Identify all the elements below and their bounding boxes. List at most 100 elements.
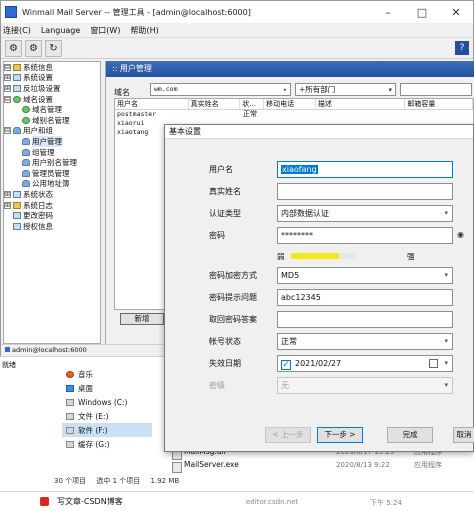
auth-row: 认证类型 内部数据认证 ▾ <box>165 205 474 225</box>
hint-question-label: 密码提示问题 <box>209 293 257 302</box>
expand-icon[interactable]: ⊞ <box>4 74 11 82</box>
checkbox-checked-icon[interactable]: ✓ <box>281 360 291 370</box>
col-description[interactable]: 描述 <box>316 99 406 109</box>
col-username[interactable]: 用户名 <box>115 99 189 109</box>
menu-help[interactable]: 帮助(H) <box>130 25 158 36</box>
nav-item-desktop[interactable]: 桌面 <box>62 381 152 395</box>
tree-item[interactable]: 域名管理 <box>4 104 100 115</box>
folder-icon <box>13 63 21 71</box>
menu-connect[interactable]: 连接(C) <box>3 25 31 36</box>
tree-item[interactable]: 授权信息 <box>4 221 100 232</box>
col-quota[interactable]: 邮箱容量 <box>405 99 473 109</box>
cell-status: 正常 <box>243 110 257 118</box>
tree-item[interactable]: 管理员管理 <box>4 168 100 179</box>
expand-icon[interactable]: ⊞ <box>4 84 11 92</box>
csdn-icon <box>40 497 49 506</box>
tree-item[interactable]: ⊟ 域名设置 <box>4 94 100 105</box>
prev-button[interactable]: < 上一步 <box>265 427 311 443</box>
antispam-icon <box>13 84 21 92</box>
drive-icon <box>66 412 74 420</box>
drive-icon <box>66 426 74 434</box>
tree-item[interactable]: 组管理 <box>4 147 100 158</box>
tree-item[interactable]: 公用地址簿 <box>4 179 100 190</box>
taskbar-item-csdn[interactable]: 写文章-CSDN博客 <box>40 496 123 507</box>
menu-window[interactable]: 窗口(W) <box>90 25 120 36</box>
close-icon[interactable]: ✕ <box>439 1 473 23</box>
collapse-icon[interactable]: ⊟ <box>4 127 11 135</box>
hint-answer-field[interactable] <box>277 311 453 328</box>
security-level-select[interactable]: 无 ▾ <box>277 377 453 394</box>
connect-icon[interactable]: ⚙ <box>5 39 22 57</box>
auth-label: 认证类型 <box>209 209 241 218</box>
new-user-button[interactable]: 新增 <box>120 313 164 325</box>
domain-value: wm.com <box>154 85 178 93</box>
auth-value: 内部数据认证 <box>281 209 329 218</box>
calendar-icon[interactable] <box>429 359 438 368</box>
realname-label: 真实姓名 <box>209 187 241 196</box>
encrypt-select[interactable]: MD5 ▾ <box>277 267 453 284</box>
expand-icon[interactable]: ⊞ <box>4 190 11 198</box>
nav-item-c-drive[interactable]: Windows (C:) <box>62 395 152 409</box>
encrypt-label: 密码加密方式 <box>209 271 257 280</box>
refresh-icon[interactable]: ↻ <box>45 39 62 57</box>
password-field[interactable]: ******** <box>277 227 453 244</box>
eye-icon[interactable]: ◉ <box>457 230 464 239</box>
expiry-date-picker[interactable]: ✓ 2021/02/27 ▾ <box>277 355 453 372</box>
tree-item[interactable]: ⊞ 系统日志 <box>4 200 100 211</box>
next-button[interactable]: 下一步 > <box>317 427 363 443</box>
chevron-down-icon: ▾ <box>444 209 448 217</box>
table-row[interactable]: postmaster 正常 <box>115 110 473 119</box>
menu-language[interactable]: Language <box>41 26 80 35</box>
nav-item-e-drive[interactable]: 文件 (E:) <box>62 409 152 423</box>
nav-item-f-drive[interactable]: 软件 (F:) <box>62 423 152 437</box>
help-icon[interactable]: ? <box>455 41 469 55</box>
minimize-icon[interactable]: – <box>371 1 405 23</box>
expand-icon[interactable]: ⊞ <box>4 201 11 209</box>
disconnect-icon[interactable]: ⚙ <box>25 39 42 57</box>
col-mobile[interactable]: 移动电话 <box>264 99 316 109</box>
maximize-icon[interactable]: □ <box>405 1 439 23</box>
security-level-row: 密级 无 ▾ <box>165 377 474 397</box>
nav-item-g-drive[interactable]: 缓存 (G:) <box>62 437 152 451</box>
domain-select[interactable]: wm.com ▾ <box>150 83 291 96</box>
user-icon <box>22 137 30 145</box>
tree-label: 反垃圾设置 <box>23 83 61 93</box>
users-icon <box>13 127 21 135</box>
collapse-icon[interactable]: ⊟ <box>4 63 11 71</box>
tree-item[interactable]: 用户别名管理 <box>4 157 100 168</box>
security-level-value: 无 <box>281 381 289 390</box>
username-field[interactable]: xiaofang <box>277 161 453 178</box>
license-icon <box>13 222 21 230</box>
col-status[interactable]: 状... <box>240 99 265 109</box>
search-input[interactable] <box>400 83 472 96</box>
nav-item-music[interactable]: 音乐 <box>62 367 152 381</box>
file-row[interactable]: MailServer.exe 2020/8/13 9:22 应用程序 <box>160 458 474 473</box>
tree-item-user-management[interactable]: 用户管理 <box>4 135 100 147</box>
tree-item[interactable]: ⊞ 系统状态 <box>4 189 100 200</box>
drive-icon <box>66 398 74 406</box>
nav-label: 音乐 <box>78 369 93 379</box>
tree-label: 系统设置 <box>23 73 53 83</box>
tree-item[interactable]: ⊟ 系统信息 <box>4 62 100 73</box>
department-select[interactable]: +所有部门 ▾ <box>295 83 396 96</box>
username-label: 用户名 <box>209 165 233 174</box>
cell-realname <box>189 110 241 119</box>
col-realname[interactable]: 真实姓名 <box>189 99 241 109</box>
tree-label: 组管理 <box>32 147 55 157</box>
tree-item[interactable]: ⊞ 反垃圾设置 <box>4 83 100 94</box>
collapse-icon[interactable]: ⊟ <box>4 95 11 103</box>
cancel-button[interactable]: 取消 <box>453 427 474 443</box>
account-status-select[interactable]: 正常 ▾ <box>277 333 453 350</box>
realname-field[interactable] <box>277 183 453 200</box>
list-header: 用户名 真实姓名 状... 移动电话 描述 邮箱容量 <box>115 99 473 110</box>
tree-item[interactable]: 更改密码 <box>4 210 100 221</box>
taskbar-label: 写文章-CSDN博客 <box>57 497 123 506</box>
hint-question-field[interactable]: abc12345 <box>277 289 453 306</box>
basic-settings-dialog: 基本设置 用户名 xiaofang 真实姓名 认证类型 内部数据认证 ▾ 密码 *… <box>164 124 474 452</box>
tree-item[interactable]: 域别名管理 <box>4 115 100 126</box>
tree-item[interactable]: ⊞ 系统设置 <box>4 73 100 84</box>
auth-type-select[interactable]: 内部数据认证 ▾ <box>277 205 453 222</box>
tree-item[interactable]: ⊟ 用户和组 <box>4 126 100 137</box>
nav-tree: ⊟ 系统信息 ⊞ 系统设置 ⊞ 反垃圾设置 ⊟ 域名设置 域名管理 域别名管理 ⊟ 用户和… <box>3 61 101 344</box>
finish-button[interactable]: 完成 <box>387 427 433 443</box>
